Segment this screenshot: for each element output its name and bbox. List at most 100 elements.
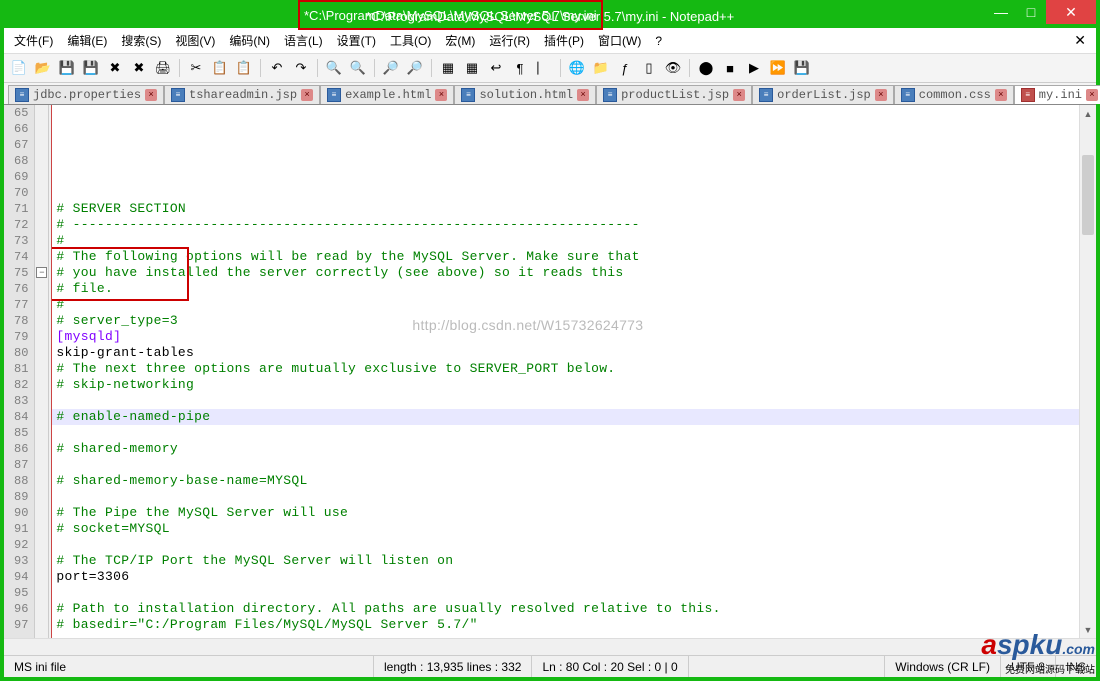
code-line[interactable] — [52, 489, 1079, 505]
doc-map-icon[interactable]: ▯ — [638, 57, 660, 79]
save-all-icon[interactable]: 💾 — [80, 57, 102, 79]
replace-icon[interactable]: 🔍 — [347, 57, 369, 79]
replay-macro-icon[interactable]: ⏩ — [767, 57, 789, 79]
menu-search[interactable]: 搜索(S) — [115, 30, 167, 51]
menu-edit[interactable]: 编辑(E) — [61, 30, 113, 51]
tab-close-icon[interactable]: × — [995, 89, 1007, 101]
vertical-scrollbar[interactable]: ▲ ▼ — [1079, 105, 1096, 638]
minimize-button[interactable]: — — [986, 0, 1016, 24]
code-line[interactable]: # Path to installation directory. All pa… — [52, 601, 1079, 617]
code-line[interactable]: # --------------------------------------… — [52, 217, 1079, 233]
tab-solution-html[interactable]: ≡solution.html× — [454, 85, 596, 104]
menu-view[interactable]: 视图(V) — [169, 30, 221, 51]
close-button[interactable]: ✕ — [1046, 0, 1096, 24]
tab-jdbc-properties[interactable]: ≡jdbc.properties× — [8, 85, 164, 104]
monitor-icon[interactable]: 👁 — [662, 57, 684, 79]
menu-language[interactable]: 语言(L) — [278, 30, 329, 51]
editor[interactable]: 6566676869707172737475767778798081828384… — [4, 105, 1096, 638]
tab-productList-jsp[interactable]: ≡productList.jsp× — [596, 85, 752, 104]
tab-close-icon[interactable]: × — [577, 89, 589, 101]
code-line[interactable] — [52, 537, 1079, 553]
menu-encoding[interactable]: 编码(N) — [223, 30, 276, 51]
sync-v-icon[interactable]: ▦ — [437, 57, 459, 79]
code-line[interactable] — [52, 585, 1079, 601]
menu-run[interactable]: 运行(R) — [483, 30, 536, 51]
show-all-icon[interactable]: ¶ — [509, 57, 531, 79]
open-file-icon[interactable]: 📂 — [32, 57, 54, 79]
code-line[interactable]: skip-grant-tables — [52, 345, 1079, 361]
fold-minus-icon[interactable]: − — [36, 267, 47, 278]
wrap-icon[interactable]: ↩ — [485, 57, 507, 79]
fold-column[interactable]: − — [35, 105, 49, 638]
tab-common-css[interactable]: ≡common.css× — [894, 85, 1014, 104]
copy-icon[interactable]: 📋 — [209, 57, 231, 79]
zoom-in-icon[interactable]: 🔎 — [380, 57, 402, 79]
folder-icon[interactable]: 📁 — [590, 57, 612, 79]
menu-window[interactable]: 窗口(W) — [592, 30, 647, 51]
tab-orderList-jsp[interactable]: ≡orderList.jsp× — [752, 85, 894, 104]
record-macro-icon[interactable]: ⬤ — [695, 57, 717, 79]
doc-close-button[interactable]: ✕ — [1068, 32, 1092, 49]
code-line[interactable] — [52, 185, 1079, 201]
code-line[interactable] — [52, 457, 1079, 473]
tab-close-icon[interactable]: × — [875, 89, 887, 101]
code-line[interactable] — [52, 169, 1079, 185]
zoom-out-icon[interactable]: 🔎 — [404, 57, 426, 79]
play-macro-icon[interactable]: ▶ — [743, 57, 765, 79]
code-line[interactable]: port=3306 — [52, 569, 1079, 585]
close-doc-icon[interactable]: ✖ — [104, 57, 126, 79]
code-line[interactable]: # skip-networking — [52, 377, 1079, 393]
sync-h-icon[interactable]: ▦ — [461, 57, 483, 79]
code-line[interactable]: # enable-named-pipe — [52, 409, 1079, 425]
code-line[interactable]: # The next three options are mutually ex… — [52, 361, 1079, 377]
code-line[interactable]: # — [52, 297, 1079, 313]
print-icon[interactable]: 🖨 — [152, 57, 174, 79]
code-line[interactable]: # The TCP/IP Port the MySQL Server will … — [52, 553, 1079, 569]
code-line[interactable]: # shared-memory — [52, 441, 1079, 457]
code-line[interactable]: # file. — [52, 281, 1079, 297]
paste-icon[interactable]: 📋 — [233, 57, 255, 79]
new-file-icon[interactable]: 📄 — [8, 57, 30, 79]
menu-plugins[interactable]: 插件(P) — [538, 30, 590, 51]
code-line[interactable]: # you have installed the server correctl… — [52, 265, 1079, 281]
code-line[interactable]: # The following options will be read by … — [52, 249, 1079, 265]
stop-macro-icon[interactable]: ■ — [719, 57, 741, 79]
close-all-icon[interactable]: ✖ — [128, 57, 150, 79]
horizontal-scrollbar[interactable] — [59, 639, 1079, 655]
menu-macro[interactable]: 宏(M) — [439, 30, 481, 51]
code-area[interactable]: http://blog.csdn.net/W15732624773 # SERV… — [52, 105, 1079, 638]
menu-help[interactable]: ? — [649, 32, 668, 50]
save-icon[interactable]: 💾 — [56, 57, 78, 79]
tab-close-icon[interactable]: × — [733, 89, 745, 101]
indent-guide-icon[interactable]: ⎸ — [533, 57, 555, 79]
code-line[interactable]: # shared-memory-base-name=MYSQL — [52, 473, 1079, 489]
maximize-button[interactable]: □ — [1016, 0, 1046, 24]
code-line[interactable]: # — [52, 233, 1079, 249]
cut-icon[interactable]: ✂ — [185, 57, 207, 79]
tab-tshareadmin-jsp[interactable]: ≡tshareadmin.jsp× — [164, 85, 320, 104]
tab-close-icon[interactable]: × — [1086, 89, 1098, 101]
undo-icon[interactable]: ↶ — [266, 57, 288, 79]
titlebar[interactable]: *C:\ProgramData\MySQL\MySQL Server 5.7\m… — [4, 4, 1096, 28]
tab-close-icon[interactable]: × — [301, 89, 313, 101]
code-line[interactable]: # basedir="C:/Program Files/MySQL/MySQL … — [52, 617, 1079, 633]
scroll-up-icon[interactable]: ▲ — [1080, 105, 1096, 122]
code-line[interactable]: # socket=MYSQL — [52, 521, 1079, 537]
menu-file[interactable]: 文件(F) — [8, 30, 59, 51]
func-list-icon[interactable]: ƒ — [614, 57, 636, 79]
code-line[interactable] — [52, 425, 1079, 441]
code-line[interactable] — [52, 393, 1079, 409]
tab-close-icon[interactable]: × — [145, 89, 157, 101]
tab-close-icon[interactable]: × — [435, 89, 447, 101]
tab-example-html[interactable]: ≡example.html× — [320, 85, 454, 104]
scroll-thumb[interactable] — [1082, 155, 1094, 235]
find-icon[interactable]: 🔍 — [323, 57, 345, 79]
tab-my-ini[interactable]: ≡my.ini× — [1014, 85, 1100, 104]
redo-icon[interactable]: ↷ — [290, 57, 312, 79]
code-line[interactable] — [52, 633, 1079, 638]
menu-settings[interactable]: 设置(T) — [331, 30, 382, 51]
code-line[interactable]: # SERVER SECTION — [52, 201, 1079, 217]
save-macro-icon[interactable]: 💾 — [791, 57, 813, 79]
code-line[interactable]: # The Pipe the MySQL Server will use — [52, 505, 1079, 521]
menu-tools[interactable]: 工具(O) — [384, 30, 437, 51]
